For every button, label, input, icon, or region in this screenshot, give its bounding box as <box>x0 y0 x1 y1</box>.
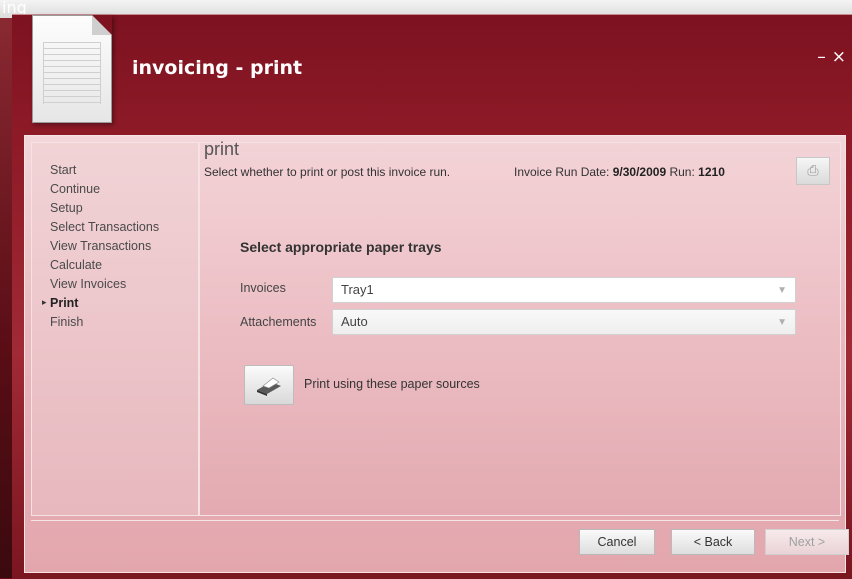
run-date-value: 9/30/2009 <box>612 165 667 179</box>
nav-item-calculate[interactable]: Calculate <box>50 258 102 272</box>
invoices-label: Invoices <box>240 281 286 295</box>
minimize-button[interactable]: – <box>817 47 826 67</box>
back-button[interactable]: < Back <box>671 529 755 555</box>
nav-item-print[interactable]: Print <box>50 296 78 310</box>
nav-item-select-transactions[interactable]: Select Transactions <box>50 220 159 234</box>
desktop-background-left <box>0 0 12 578</box>
page-subtitle: Select whether to print or post this inv… <box>204 165 451 179</box>
wizard-footer: Cancel < Back Next > <box>31 520 849 569</box>
invoices-tray-value: Tray1 <box>341 282 374 297</box>
document-search-button[interactable]: ⎙ <box>796 157 830 185</box>
next-button[interactable]: Next > <box>765 529 849 555</box>
printer-icon <box>257 377 281 396</box>
print-button[interactable] <box>244 365 294 405</box>
attachments-tray-select[interactable]: Auto ▼ <box>332 309 796 335</box>
main-content: print Select whether to print or post th… <box>199 139 841 516</box>
active-step-arrow-icon: ▸ <box>42 298 47 308</box>
close-button[interactable]: × <box>832 47 846 67</box>
run-label: Run: <box>669 165 695 179</box>
print-button-label: Print using these paper sources <box>304 377 480 391</box>
invoices-tray-select[interactable]: Tray1 ▼ <box>332 277 796 303</box>
nav-item-finish[interactable]: Finish <box>50 315 83 329</box>
page-title: print <box>204 139 240 159</box>
attachments-label: Attachements <box>240 315 317 329</box>
invoicing-print-window: invoicing - print – × Start Continue Set… <box>12 14 852 579</box>
run-info: Invoice Run Date: 9/30/2009 Run: 1210 <box>514 165 725 179</box>
document-search-icon: ⎙ <box>807 163 819 179</box>
nav-item-view-transactions[interactable]: View Transactions <box>50 239 151 253</box>
nav-item-continue[interactable]: Continue <box>50 182 100 196</box>
run-number-value: 1210 <box>698 165 725 179</box>
run-date-label: Invoice Run Date: <box>514 165 610 179</box>
attachments-tray-value: Auto <box>341 314 368 329</box>
chevron-down-icon[interactable]: ▼ <box>777 284 787 298</box>
cancel-button[interactable]: Cancel <box>579 529 655 555</box>
document-icon <box>32 15 112 123</box>
content-panel: Start Continue Setup Select Transactions… <box>24 135 849 573</box>
nav-item-setup[interactable]: Setup <box>50 201 83 215</box>
nav-item-view-invoices[interactable]: View Invoices <box>50 277 126 291</box>
nav-item-start[interactable]: Start <box>50 163 76 177</box>
chevron-down-icon[interactable]: ▼ <box>777 316 787 330</box>
window-controls: – × <box>817 47 846 67</box>
section-title: Select appropriate paper trays <box>240 239 442 255</box>
window-title: invoicing - print <box>132 57 303 79</box>
wizard-steps-sidebar: Start Continue Setup Select Transactions… <box>31 142 199 516</box>
